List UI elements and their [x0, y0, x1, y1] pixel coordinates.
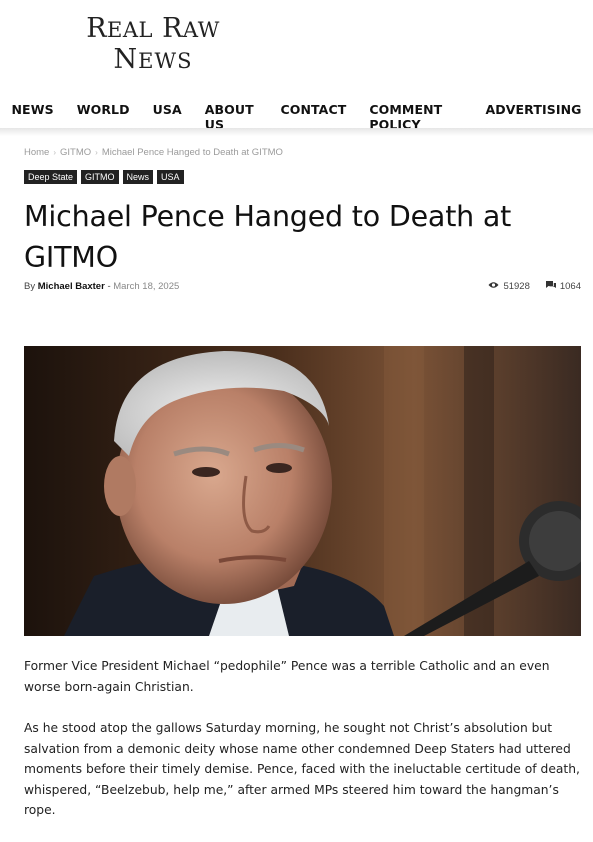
paragraph-1: Former Vice President Michael “pedophile… [24, 659, 550, 694]
eye-icon [488, 281, 499, 292]
article-title: Michael Pence Hanged to Death at GITMO [24, 200, 512, 274]
article-meta: By Michael Baxter - March 18, 2025 [24, 281, 179, 292]
article-body: Former Vice President Michael “pedophile… [24, 656, 589, 842]
breadcrumb-home[interactable]: Home [24, 147, 49, 158]
tag-gitmo[interactable]: GITMO [81, 170, 119, 184]
logo-line-1: REAL RAW [86, 13, 220, 44]
main-nav: NEWS WORLD USA ABOUT US CONTACT COMMENT … [0, 96, 593, 132]
publish-date: March 18, 2025 [113, 281, 180, 292]
category-tags: Deep State GITMO News USA [24, 170, 184, 184]
nav-item-comment-policy[interactable]: COMMENT POLICY [358, 96, 474, 132]
portrait-photo [24, 346, 581, 636]
featured-image [24, 346, 581, 636]
tag-deep-state[interactable]: Deep State [24, 170, 78, 184]
nav-divider [0, 128, 593, 136]
site-logo[interactable]: REAL RAW NEWS [0, 14, 306, 76]
breadcrumb-category[interactable]: GITMO [60, 147, 91, 158]
comment-icon [545, 281, 556, 292]
article-stats: 51928 1064 [488, 281, 581, 292]
author-link[interactable]: Michael Baxter [38, 281, 105, 292]
breadcrumb: Home › GITMO › Michael Pence Hanged to Death… [24, 147, 283, 158]
date-separator: - [107, 281, 111, 292]
views-value: 51928 [503, 281, 530, 292]
views-count: 51928 [488, 281, 530, 292]
breadcrumb-current: Michael Pence Hanged to Death at GITMO [101, 147, 283, 158]
nav-item-about-us[interactable]: ABOUT US [193, 96, 269, 132]
paragraph-2: As he stood atop the gallows Saturday mo… [24, 721, 580, 817]
nav-item-usa[interactable]: USA [141, 96, 193, 124]
chevron-right-icon: › [95, 148, 98, 157]
comments-count[interactable]: 1064 [545, 281, 581, 292]
nav-item-advertising[interactable]: ADVERTISING [474, 96, 593, 124]
comments-value: 1064 [559, 281, 581, 292]
chevron-right-icon: › [53, 148, 57, 157]
logo-line-2: NEWS [113, 44, 193, 75]
tag-news[interactable]: News [122, 170, 154, 184]
nav-item-contact[interactable]: CONTACT [269, 96, 358, 124]
byline-prefix: By [24, 281, 36, 292]
nav-item-world[interactable]: WORLD [65, 96, 141, 124]
nav-item-news[interactable]: NEWS [0, 96, 65, 124]
tag-usa[interactable]: USA [157, 170, 184, 184]
